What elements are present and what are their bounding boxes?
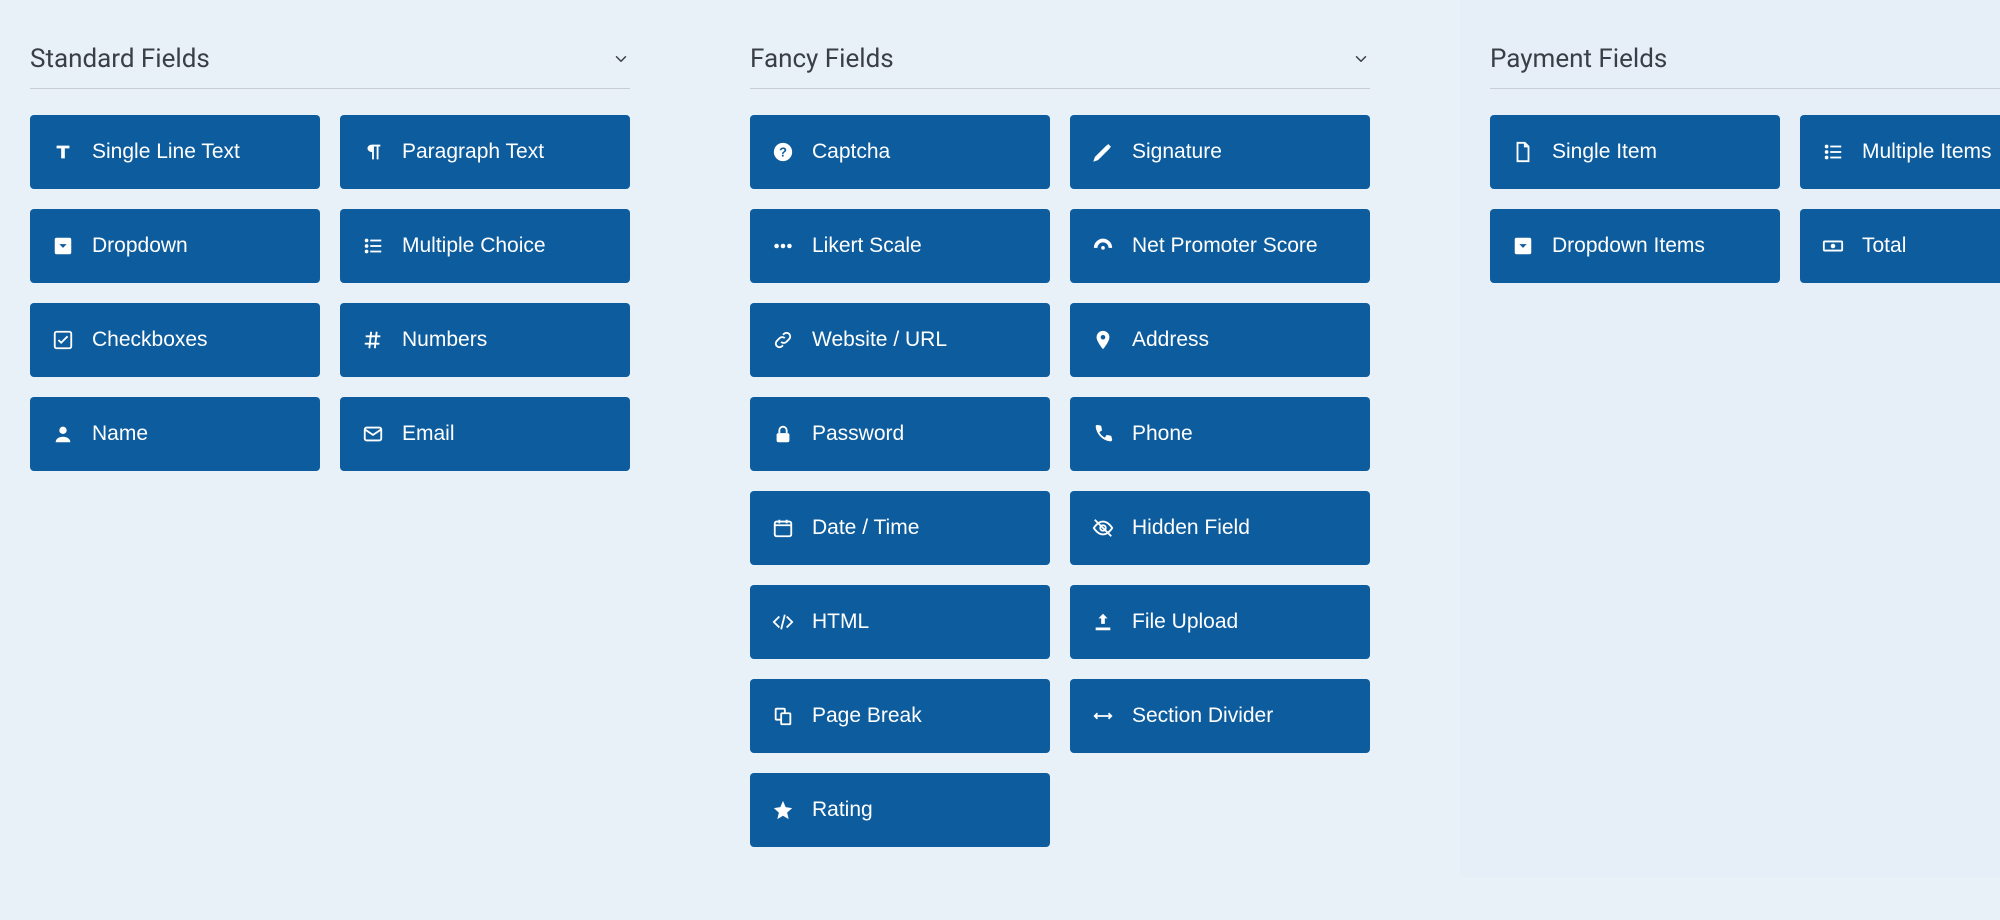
chevron-down-icon xyxy=(1352,50,1370,68)
field-signature[interactable]: Signature xyxy=(1070,115,1370,189)
field-single-item[interactable]: Single Item xyxy=(1490,115,1780,189)
field-label: Page Break xyxy=(812,704,922,728)
check-square-icon xyxy=(52,329,74,351)
field-website-url[interactable]: Website / URL xyxy=(750,303,1050,377)
field-password[interactable]: Password xyxy=(750,397,1050,471)
field-net-promoter-score[interactable]: Net Promoter Score xyxy=(1070,209,1370,283)
field-section-divider[interactable]: Section Divider xyxy=(1070,679,1370,753)
field-captcha[interactable]: ? Captcha xyxy=(750,115,1050,189)
panel-header-payment[interactable]: Payment Fields xyxy=(1490,20,2000,89)
field-checkboxes[interactable]: Checkboxes xyxy=(30,303,320,377)
field-label: Paragraph Text xyxy=(402,140,544,164)
field-paragraph-text[interactable]: Paragraph Text xyxy=(340,115,630,189)
hashtag-icon xyxy=(362,329,384,351)
field-address[interactable]: Address xyxy=(1070,303,1370,377)
upload-icon xyxy=(1092,611,1114,633)
field-label: Checkboxes xyxy=(92,328,208,352)
caret-square-icon xyxy=(52,235,74,257)
pencil-icon xyxy=(1092,141,1114,163)
field-grid-standard: Single Line Text Paragraph Text Dropdown… xyxy=(30,115,630,471)
list-icon xyxy=(1822,141,1844,163)
field-name[interactable]: Name xyxy=(30,397,320,471)
field-html[interactable]: HTML xyxy=(750,585,1050,659)
panel-title-payment: Payment Fields xyxy=(1490,44,1667,74)
field-numbers[interactable]: Numbers xyxy=(340,303,630,377)
field-label: Password xyxy=(812,422,904,446)
user-icon xyxy=(52,423,74,445)
gauge-icon xyxy=(1092,235,1114,257)
field-label: Single Line Text xyxy=(92,140,240,164)
panel-header-standard[interactable]: Standard Fields xyxy=(30,20,630,89)
field-single-line-text[interactable]: Single Line Text xyxy=(30,115,320,189)
field-label: File Upload xyxy=(1132,610,1238,634)
lock-icon xyxy=(772,423,794,445)
list-icon xyxy=(362,235,384,257)
phone-icon xyxy=(1092,423,1114,445)
field-phone[interactable]: Phone xyxy=(1070,397,1370,471)
field-grid-payment: Single Item Multiple Items Dropdown Item… xyxy=(1490,115,2000,283)
pages-icon xyxy=(772,705,794,727)
field-label: Multiple Items xyxy=(1862,140,1992,164)
field-dropdown[interactable]: Dropdown xyxy=(30,209,320,283)
panel-fancy-fields: Fancy Fields ? Captcha Signature Likert … xyxy=(720,0,1400,877)
field-label: Section Divider xyxy=(1132,704,1273,728)
field-label: Single Item xyxy=(1552,140,1657,164)
field-hidden-field[interactable]: Hidden Field xyxy=(1070,491,1370,565)
link-icon xyxy=(772,329,794,351)
field-label: Dropdown Items xyxy=(1552,234,1705,258)
field-dropdown-items[interactable]: Dropdown Items xyxy=(1490,209,1780,283)
field-label: Hidden Field xyxy=(1132,516,1250,540)
eye-slash-icon xyxy=(1092,517,1114,539)
field-total[interactable]: Total xyxy=(1800,209,2000,283)
panel-title-fancy: Fancy Fields xyxy=(750,44,894,74)
field-label: Signature xyxy=(1132,140,1222,164)
file-icon xyxy=(1512,141,1534,163)
field-file-upload[interactable]: File Upload xyxy=(1070,585,1370,659)
field-likert-scale[interactable]: Likert Scale xyxy=(750,209,1050,283)
ellipsis-icon xyxy=(772,235,794,257)
field-label: Net Promoter Score xyxy=(1132,234,1318,258)
field-label: HTML xyxy=(812,610,869,634)
field-page-break[interactable]: Page Break xyxy=(750,679,1050,753)
calendar-icon xyxy=(772,517,794,539)
text-cursor-icon xyxy=(52,141,74,163)
field-email[interactable]: Email xyxy=(340,397,630,471)
field-label: Phone xyxy=(1132,422,1193,446)
pin-icon xyxy=(1092,329,1114,351)
field-date-time[interactable]: Date / Time xyxy=(750,491,1050,565)
code-icon xyxy=(772,611,794,633)
field-rating[interactable]: Rating xyxy=(750,773,1050,847)
panel-standard-fields: Standard Fields Single Line Text Paragra… xyxy=(0,0,660,877)
caret-square-icon xyxy=(1512,235,1534,257)
arrows-h-icon xyxy=(1092,705,1114,727)
field-label: Address xyxy=(1132,328,1209,352)
field-multiple-choice[interactable]: Multiple Choice xyxy=(340,209,630,283)
field-label: Email xyxy=(402,422,455,446)
field-label: Name xyxy=(92,422,148,446)
field-label: Dropdown xyxy=(92,234,188,258)
field-label: Rating xyxy=(812,798,873,822)
field-label: Date / Time xyxy=(812,516,919,540)
star-icon xyxy=(772,799,794,821)
field-label: Website / URL xyxy=(812,328,947,352)
panel-payment-fields: Payment Fields Single Item Multiple Item… xyxy=(1460,0,2000,877)
field-label: Captcha xyxy=(812,140,890,164)
field-grid-fancy: ? Captcha Signature Likert Scale Net Pro… xyxy=(750,115,1370,847)
money-icon xyxy=(1822,235,1844,257)
paragraph-icon xyxy=(362,141,384,163)
field-multiple-items[interactable]: Multiple Items xyxy=(1800,115,2000,189)
field-label: Numbers xyxy=(402,328,487,352)
field-label: Likert Scale xyxy=(812,234,922,258)
panel-title-standard: Standard Fields xyxy=(30,44,210,74)
panel-header-fancy[interactable]: Fancy Fields xyxy=(750,20,1370,89)
question-circle-icon: ? xyxy=(772,141,794,163)
svg-text:?: ? xyxy=(779,145,787,160)
envelope-icon xyxy=(362,423,384,445)
field-label: Multiple Choice xyxy=(402,234,546,258)
chevron-down-icon xyxy=(612,50,630,68)
fields-container: Standard Fields Single Line Text Paragra… xyxy=(0,0,2000,877)
field-label: Total xyxy=(1862,234,1906,258)
